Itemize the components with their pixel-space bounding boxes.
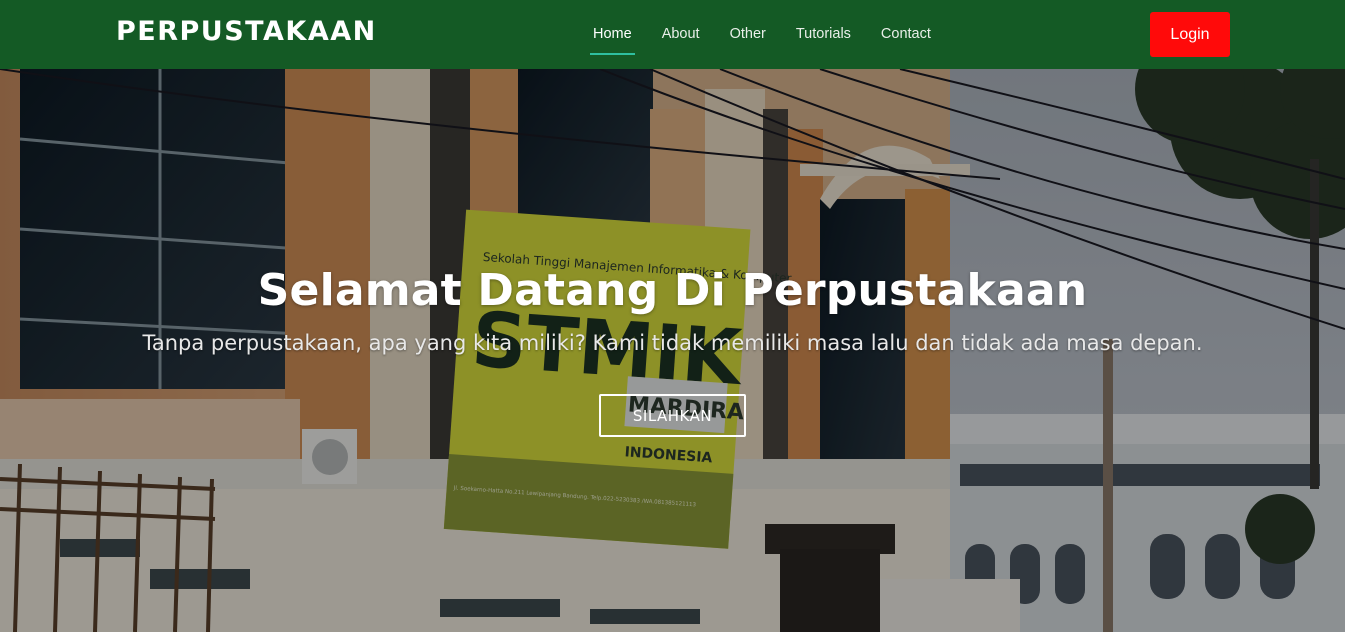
navbar: PERPUSTAKAAN Home About Other Tutorials … [0,0,1345,69]
silahkan-button[interactable]: SILAHKAN [599,394,746,437]
nav-item-about[interactable]: About [647,0,715,69]
hero-title: Selamat Datang Di Perpustakaan [257,265,1088,316]
nav-item-tutorials[interactable]: Tutorials [781,0,866,69]
login-button[interactable]: Login [1150,12,1230,57]
nav-item-contact[interactable]: Contact [866,0,946,69]
nav-item-other[interactable]: Other [715,0,781,69]
nav-item-home[interactable]: Home [578,0,647,69]
hero-section: Sekolah Tinggi Manajemen Informatika & K… [0,69,1345,632]
brand-logo[interactable]: PERPUSTAKAAN [116,16,377,47]
main-nav: Home About Other Tutorials Contact [578,0,946,69]
hero-subtitle: Tanpa perpustakaan, apa yang kita miliki… [142,331,1203,355]
